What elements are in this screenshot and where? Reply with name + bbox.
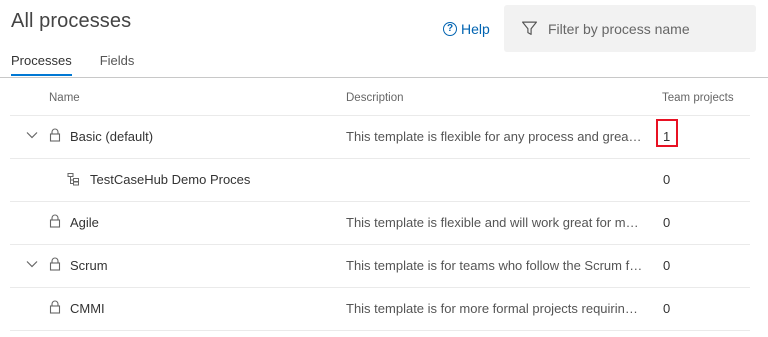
table-row[interactable]: CMMI This template is for more formal pr…: [10, 288, 750, 331]
lock-icon: [49, 128, 61, 142]
lock-icon: [49, 257, 61, 271]
lock-icon: [49, 214, 61, 228]
team-projects-count[interactable]: 0: [663, 215, 670, 230]
process-name[interactable]: CMMI: [70, 301, 105, 316]
table-row[interactable]: Agile This template is flexible and will…: [10, 202, 750, 245]
team-projects-count[interactable]: 0: [663, 301, 670, 316]
process-name[interactable]: Basic (default): [70, 129, 153, 144]
column-header-description[interactable]: Description: [346, 92, 404, 104]
filter-box[interactable]: Filter by process name: [504, 5, 756, 52]
process-description: This template is for more formal project…: [346, 301, 644, 316]
tab-fields[interactable]: Fields: [100, 53, 135, 76]
process-name[interactable]: TestCaseHub Demo Proces: [90, 172, 250, 187]
page-title: All processes: [11, 10, 132, 32]
process-description: This template is flexible and will work …: [346, 215, 644, 230]
inherited-process-icon: [67, 173, 79, 186]
process-name[interactable]: Scrum: [70, 258, 108, 273]
process-name[interactable]: Agile: [70, 215, 99, 230]
process-description: This template is for teams who follow th…: [346, 258, 644, 273]
team-projects-count[interactable]: 0: [663, 172, 670, 187]
filter-funnel-icon: [522, 21, 537, 35]
processes-table: Name Description Team projects Basic (de…: [10, 80, 750, 331]
lock-icon: [49, 300, 61, 314]
chevron-down-icon[interactable]: [25, 128, 39, 142]
tab-divider: [0, 77, 768, 78]
tab-processes[interactable]: Processes: [11, 53, 72, 76]
process-description: This template is flexible for any proces…: [346, 129, 644, 144]
team-projects-count[interactable]: 0: [663, 258, 670, 273]
tab-bar: Processes Fields: [11, 53, 162, 76]
table-row[interactable]: TestCaseHub Demo Proces 0: [10, 159, 750, 202]
table-row[interactable]: Basic (default) This template is flexibl…: [10, 116, 750, 159]
chevron-down-icon[interactable]: [25, 257, 39, 271]
filter-input[interactable]: Filter by process name: [548, 21, 690, 37]
help-link[interactable]: ? Help: [443, 21, 490, 37]
table-row[interactable]: Scrum This template is for teams who fol…: [10, 245, 750, 288]
highlight-box: [656, 119, 678, 147]
column-header-team-projects[interactable]: Team projects: [662, 92, 734, 104]
help-circle-icon: ?: [443, 22, 457, 36]
help-label: Help: [461, 21, 490, 37]
table-header: Name Description Team projects: [10, 80, 750, 116]
column-header-name[interactable]: Name: [49, 92, 80, 104]
